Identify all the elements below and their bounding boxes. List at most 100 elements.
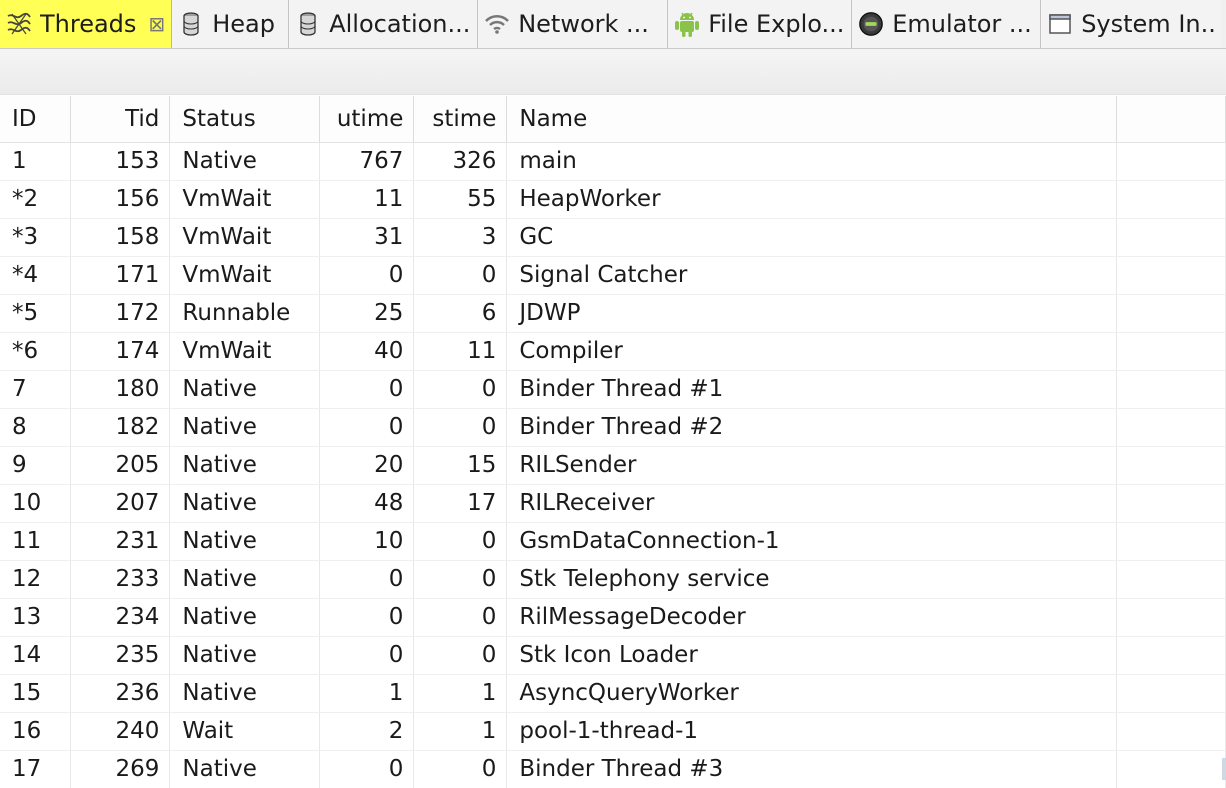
cell-utime: 767 [319,142,415,181]
threads-table-container[interactable]: ID Tid Status utime stime Name 1 153 Nativ… [0,96,1226,788]
cell-name: JDWP [506,294,1118,333]
tab-emulator[interactable]: Emulator ... [852,0,1042,48]
cell-utime: 20 [319,446,415,485]
table-header-row: ID Tid Status utime stime Name [0,96,1226,143]
tab-label: Heap [212,10,275,38]
column-header-status[interactable]: Status [169,96,321,143]
tab-allocation[interactable]: Allocation... [289,0,479,48]
cell-filler [1116,674,1226,713]
column-header-id[interactable]: ID [0,96,72,143]
tab-file-explorer[interactable]: File Explo... [668,0,853,48]
cell-utime: 1 [319,674,415,713]
cell-name: pool-1-thread-1 [506,712,1118,751]
cell-filler [1116,636,1226,675]
vertical-scrollbar[interactable] [1222,758,1226,780]
cell-tid: 236 [70,674,171,713]
cell-stime: 0 [413,370,508,409]
column-header-stime[interactable]: stime [413,96,508,143]
cell-name: RILSender [506,446,1118,485]
cell-filler [1116,750,1226,788]
cell-utime: 0 [319,370,415,409]
cell-status: Native [169,560,321,599]
cell-name: Compiler [506,332,1118,371]
cell-utime: 0 [319,598,415,637]
cell-filler [1116,256,1226,295]
tab-system-information[interactable]: System In... [1041,0,1222,48]
table-row[interactable]: 1 153 Native 767 326 main [0,142,1226,181]
table-row[interactable]: 10 207 Native 48 17 RILReceiver [0,484,1226,523]
cell-filler [1116,332,1226,371]
tab-heap[interactable]: Heap [172,0,290,48]
cell-stime: 0 [413,256,508,295]
cell-id: 12 [0,560,72,599]
table-row[interactable]: 8 182 Native 0 0 Binder Thread #2 [0,408,1226,447]
column-header-utime[interactable]: utime [319,96,415,143]
cell-status: Runnable [169,294,321,333]
table-row[interactable]: 14 235 Native 0 0 Stk Icon Loader [0,636,1226,675]
cell-id: 13 [0,598,72,637]
table-row[interactable]: 13 234 Native 0 0 RilMessageDecoder [0,598,1226,637]
cell-tid: 240 [70,712,171,751]
table-row[interactable]: *3 158 VmWait 31 3 GC [0,218,1226,257]
cell-status: Native [169,408,321,447]
cell-filler [1116,712,1226,751]
cell-tid: 269 [70,750,171,788]
cell-filler [1116,408,1226,447]
cell-filler [1116,294,1226,333]
cell-utime: 2 [319,712,415,751]
cell-status: Native [169,370,321,409]
network-wifi-icon [484,10,510,38]
cell-id: 15 [0,674,72,713]
tab-threads[interactable]: Threads ⊠ [0,0,173,48]
cell-stime: 1 [413,712,508,751]
table-row[interactable]: 16 240 Wait 2 1 pool-1-thread-1 [0,712,1226,751]
close-icon[interactable]: ⊠ [148,12,165,36]
tab-label: Network ... [518,10,649,38]
cell-name: Binder Thread #1 [506,370,1118,409]
heap-cylinder-icon [178,10,204,38]
cell-id: 14 [0,636,72,675]
cell-utime: 40 [319,332,415,371]
cell-name: Stk Icon Loader [506,636,1118,675]
cell-id: 10 [0,484,72,523]
cell-status: Native [169,142,321,181]
window-icon [1047,10,1073,38]
cell-stime: 6 [413,294,508,333]
cell-utime: 48 [319,484,415,523]
cell-tid: 234 [70,598,171,637]
cell-name: GsmDataConnection-1 [506,522,1118,561]
cell-tid: 235 [70,636,171,675]
cell-tid: 207 [70,484,171,523]
table-row[interactable]: *5 172 Runnable 25 6 JDWP [0,294,1226,333]
cell-status: VmWait [169,256,321,295]
cell-id: *5 [0,294,72,333]
cell-name: Signal Catcher [506,256,1118,295]
thread-rows: 1 153 Native 767 326 main *2 156 VmWait 11 55 HeapW… [0,142,1226,788]
table-row[interactable]: 17 269 Native 0 0 Binder Thread #3 [0,750,1226,788]
view-toolbar-area [0,49,1226,95]
table-row[interactable]: *6 174 VmWait 40 11 Compiler [0,332,1226,371]
column-header-name[interactable]: Name [506,96,1118,143]
cell-utime: 25 [319,294,415,333]
cell-stime: 17 [413,484,508,523]
table-row[interactable]: 15 236 Native 1 1 AsyncQueryWorker [0,674,1226,713]
table-row[interactable]: *2 156 VmWait 11 55 HeapWorker [0,180,1226,219]
cell-tid: 233 [70,560,171,599]
threads-icon [6,10,32,38]
cell-utime: 0 [319,750,415,788]
table-row[interactable]: 7 180 Native 0 0 Binder Thread #1 [0,370,1226,409]
cell-name: Stk Telephony service [506,560,1118,599]
threads-table: ID Tid Status utime stime Name 1 153 Nativ… [0,96,1226,788]
cell-id: 16 [0,712,72,751]
table-row[interactable]: 12 233 Native 0 0 Stk Telephony service [0,560,1226,599]
tab-network[interactable]: Network ... [478,0,669,48]
cell-status: Native [169,636,321,675]
column-header-tid[interactable]: Tid [70,96,171,143]
cell-id: 17 [0,750,72,788]
table-row[interactable]: 11 231 Native 10 0 GsmDataConnection-1 [0,522,1226,561]
cell-filler [1116,598,1226,637]
cell-utime: 0 [319,636,415,675]
table-row[interactable]: 9 205 Native 20 15 RILSender [0,446,1226,485]
table-row[interactable]: *4 171 VmWait 0 0 Signal Catcher [0,256,1226,295]
cell-stime: 0 [413,408,508,447]
